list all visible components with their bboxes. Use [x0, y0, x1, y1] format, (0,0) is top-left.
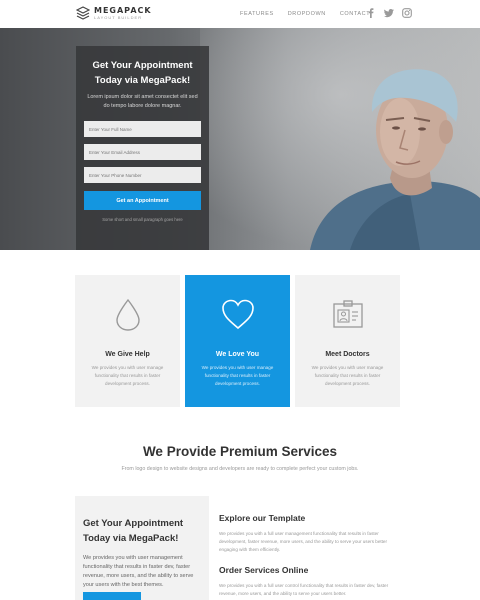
social-links — [366, 8, 412, 18]
id-card-icon — [332, 300, 363, 328]
brand-tagline: LAYOUT BUILDER — [94, 14, 143, 20]
email-input[interactable] — [84, 144, 201, 160]
hero-section: Get Your Appointment Today via MegaPack!… — [0, 28, 480, 250]
nav-features[interactable]: FEATURES — [240, 11, 274, 17]
order-title: Order Services Online — [219, 565, 309, 575]
feature-text: We provides you with user manage functio… — [201, 365, 274, 386]
feature-text: We provides you with user manage functio… — [311, 365, 384, 386]
features-row: We Give Help We provides you with user m… — [75, 275, 400, 407]
feature-card-doctors[interactable]: Meet Doctors We provides you with user m… — [295, 275, 400, 407]
feature-title: Meet Doctors — [325, 351, 370, 358]
explore-text: We provides you with a full user managem… — [219, 531, 388, 552]
order-text: We provides you with a full user control… — [219, 583, 389, 596]
instagram-icon[interactable] — [402, 8, 412, 18]
nav-dropdown[interactable]: DROPDOWN — [288, 11, 326, 17]
brand-name: MEGAPACK — [94, 5, 152, 15]
stack-logo-icon — [76, 6, 90, 20]
facebook-icon[interactable] — [366, 8, 376, 18]
feature-card-love[interactable]: We Love You We provides you with user ma… — [185, 275, 290, 407]
cta-text: We provides you with user management fun… — [83, 555, 194, 588]
feature-title: We Give Help — [105, 351, 150, 358]
feature-card-help[interactable]: We Give Help We provides you with user m… — [75, 275, 180, 407]
hero-title: Get Your Appointment Today via MegaPack! — [92, 60, 193, 86]
appointment-form: Get Your Appointment Today via MegaPack!… — [76, 46, 209, 250]
twitter-icon[interactable] — [384, 8, 394, 18]
appointment-cta-card: Get Your Appointment Today via MegaPack!… — [75, 496, 209, 600]
explore-title: Explore our Template — [219, 513, 306, 523]
heart-icon — [221, 299, 254, 330]
cta-title: Get Your Appointment Today via MegaPack! — [83, 518, 184, 544]
feature-text: We provides you with user manage functio… — [91, 365, 164, 386]
services-title: We Provide Premium Services — [142, 444, 338, 459]
main-nav: FEATURES DROPDOWN CONTACT — [240, 11, 370, 17]
form-note: Some short and small paragraph goes here — [102, 217, 183, 222]
drop-icon — [115, 298, 140, 331]
cta-button[interactable] — [83, 592, 141, 600]
feature-title: We Love You — [215, 351, 260, 358]
info-column: Explore our Template We provides you wit… — [219, 513, 405, 598]
hero-description: Lorem ipsum dolor sit amet consectet eli… — [87, 94, 198, 109]
get-appointment-button[interactable]: Get an Appointment — [84, 191, 201, 210]
doctor-photo — [200, 28, 480, 250]
phone-input[interactable] — [84, 167, 201, 183]
logo[interactable]: MEGAPACK LAYOUT BUILDER — [76, 6, 152, 20]
services-subtitle: From logo design to website designs and … — [121, 466, 359, 472]
site-header: MEGAPACK LAYOUT BUILDER FEATURES DROPDOW… — [0, 0, 480, 28]
full-name-input[interactable] — [84, 121, 201, 137]
